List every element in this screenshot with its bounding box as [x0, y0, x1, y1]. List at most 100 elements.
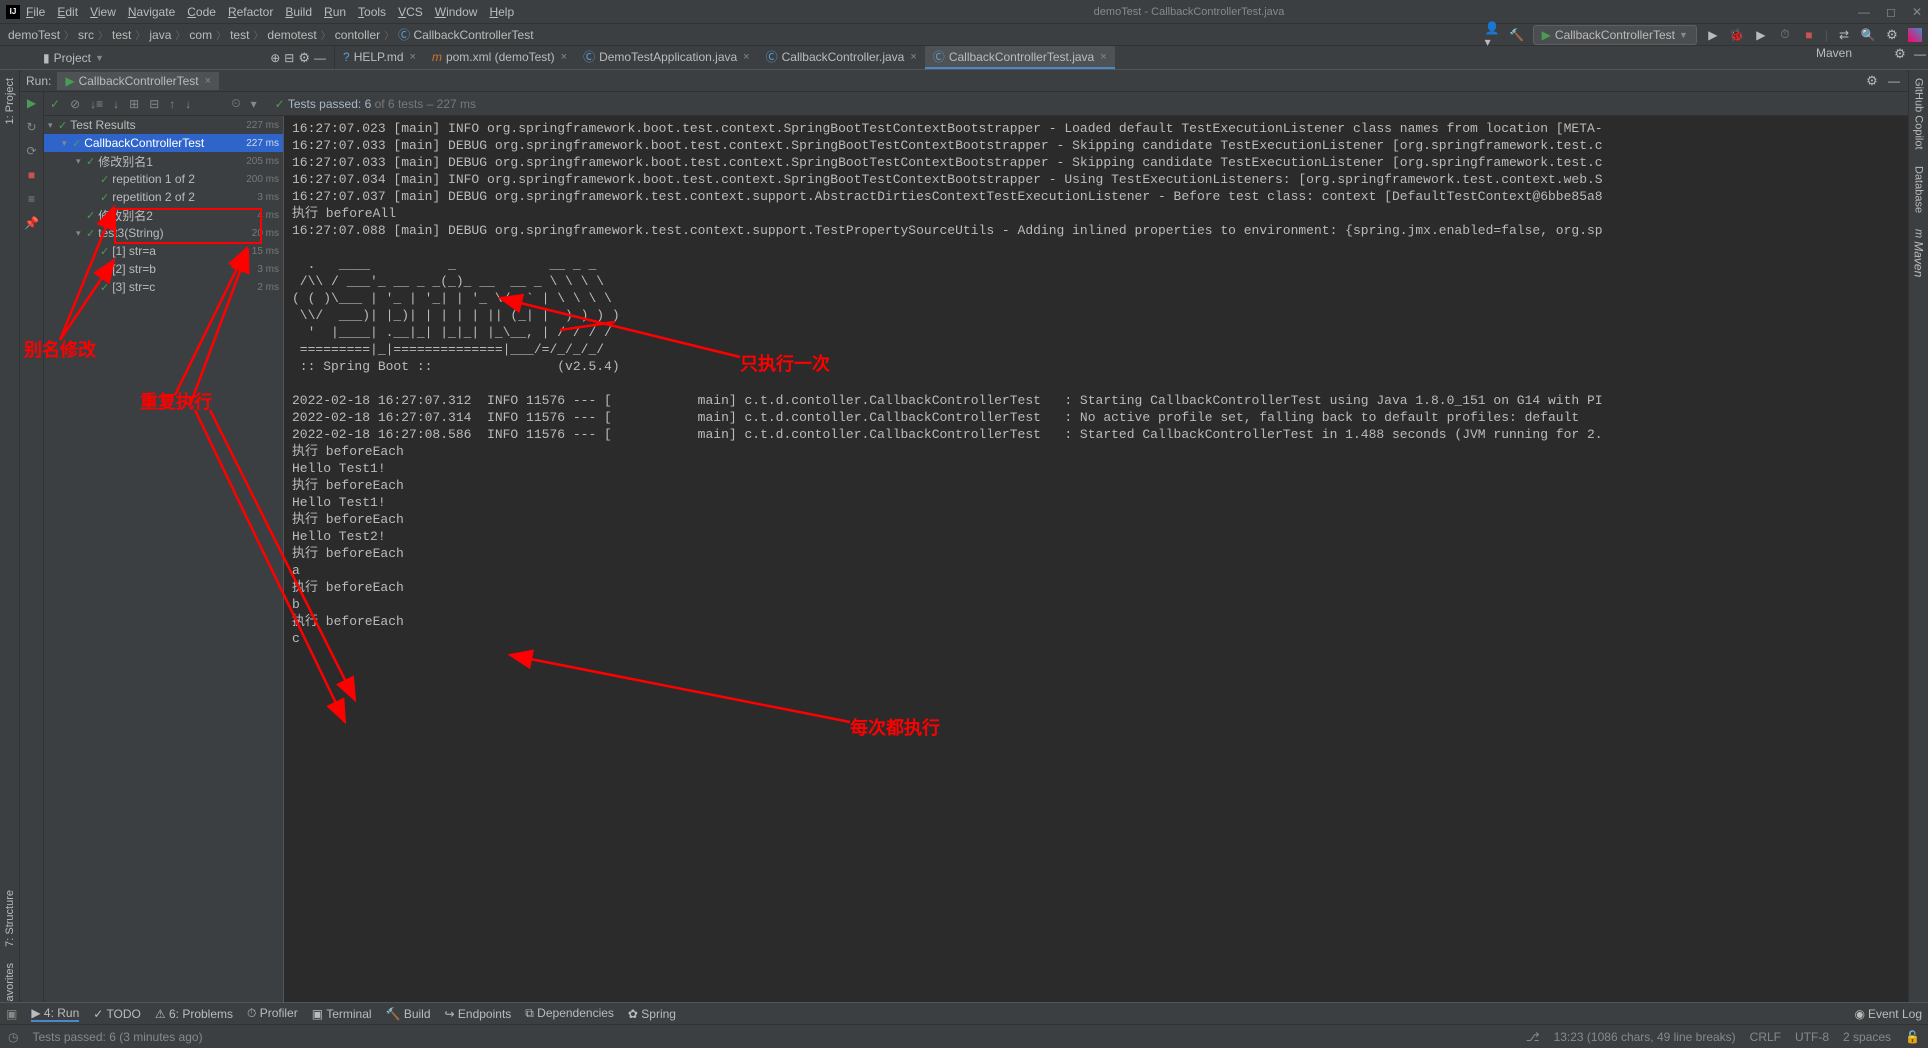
vcs-icon[interactable]: ⇄ [1836, 27, 1852, 43]
bottom-tool-endpoints[interactable]: ↪ Endpoints [445, 1006, 512, 1022]
menu-code[interactable]: Code [181, 5, 222, 19]
editor-tab[interactable]: Ⓒ CallbackControllerTest.java × [925, 46, 1115, 69]
project-tool-button[interactable]: ▮ Project ▼ ⊕ ⊟ — [35, 46, 335, 69]
tab-settings-icon[interactable] [1892, 46, 1908, 62]
crumb-item[interactable]: Ⓒ CallbackControllerTest [396, 26, 535, 43]
bottom-tool-dependencies[interactable]: ⧉ Dependencies [525, 1006, 614, 1022]
run-config-selector[interactable]: ▶ CallbackControllerTest ▼ [1533, 25, 1697, 45]
crumb-item[interactable]: demotest [265, 28, 318, 42]
stop-icon[interactable]: ■ [28, 168, 35, 182]
close-tab-icon[interactable]: × [1100, 51, 1106, 63]
coverage-icon[interactable]: ▶ [1753, 27, 1769, 43]
menu-tools[interactable]: Tools [352, 5, 392, 19]
next-icon[interactable]: ↓ [185, 97, 191, 111]
crumb-item[interactable]: src [76, 28, 96, 42]
sidebar-structure-tab[interactable]: 7: Structure [4, 886, 16, 951]
debug-icon[interactable]: 🐞 [1729, 27, 1745, 43]
editor-tab[interactable]: Ⓒ DemoTestApplication.java × [575, 46, 758, 69]
test-results-tree[interactable]: ▾✓Test Results227 ms▾✓CallbackController… [44, 116, 284, 1024]
hide-run-icon[interactable]: — [1886, 73, 1902, 89]
rerun-failed-icon[interactable]: ↻ [26, 120, 36, 134]
run-tab[interactable]: ▶ CallbackControllerTest × [57, 72, 219, 90]
caret-position[interactable]: 13:23 (1086 chars, 49 line breaks) [1554, 1030, 1736, 1044]
menu-navigate[interactable]: Navigate [122, 5, 181, 19]
run-settings-icon[interactable] [1864, 73, 1880, 89]
line-separator[interactable]: CRLF [1750, 1030, 1781, 1044]
editor-tab[interactable]: m pom.xml (demoTest) × [424, 46, 575, 69]
event-log-button[interactable]: ◉ Event Log [1854, 1007, 1922, 1021]
settings-icon[interactable] [298, 50, 310, 66]
user-icon[interactable]: 👤▾ [1485, 27, 1501, 43]
sidebar-maven-tab[interactable]: m Maven [1912, 225, 1926, 281]
console-output[interactable]: 16:27:07.023 [main] INFO org.springframe… [284, 116, 1908, 1024]
menu-refactor[interactable]: Refactor [222, 5, 279, 19]
test-tree-row[interactable]: ✓修改别名24 ms [44, 206, 283, 224]
bottom-tool-spring[interactable]: ✿ Spring [628, 1006, 676, 1022]
pin-icon[interactable]: 📌 [24, 216, 39, 230]
test-tree-row[interactable]: ▾✓Test Results227 ms [44, 116, 283, 134]
bottom-tool-todo[interactable]: ✓ TODO [93, 1006, 141, 1022]
bottom-tool-run[interactable]: ▶ 4: Run [31, 1006, 79, 1022]
run-icon[interactable]: ▶ [1705, 27, 1721, 43]
close-tab-icon[interactable]: × [205, 75, 211, 87]
bottom-tool-profiler[interactable]: ⏱ Profiler [247, 1006, 298, 1022]
crumb-item[interactable]: com [187, 28, 214, 42]
copilot-icon[interactable] [1908, 28, 1922, 42]
test-tree-row[interactable]: ▾✓test3(String)20 ms [44, 224, 283, 242]
hide-icon[interactable]: — [314, 51, 326, 65]
hammer-icon[interactable]: 🔨 [1509, 27, 1525, 43]
test-tree-row[interactable]: ✓[1] str=a15 ms [44, 242, 283, 260]
maven-tool-button[interactable]: Maven [1806, 46, 1862, 69]
test-tree-row[interactable]: ✓[3] str=c2 ms [44, 278, 283, 296]
rerun-icon[interactable]: ▶ [27, 96, 36, 110]
menu-vcs[interactable]: VCS [392, 5, 429, 19]
crumb-item[interactable]: java [147, 28, 173, 42]
menu-view[interactable]: View [84, 5, 122, 19]
sort-icon[interactable]: ↓≡ [90, 97, 103, 111]
close-tab-icon[interactable]: × [910, 51, 916, 63]
bottom-tool-build[interactable]: 🔨 Build [386, 1006, 431, 1022]
menu-help[interactable]: Help [483, 5, 520, 19]
crumb-item[interactable]: contoller [333, 28, 382, 42]
profile-icon[interactable]: ⏱ [1777, 27, 1793, 43]
menu-window[interactable]: Window [429, 5, 484, 19]
menu-build[interactable]: Build [279, 5, 318, 19]
menu-run[interactable]: Run [318, 5, 352, 19]
crumb-item[interactable]: test [228, 28, 251, 42]
menu-edit[interactable]: Edit [51, 5, 84, 19]
search-icon[interactable]: 🔍 [1860, 27, 1876, 43]
show-ignored-icon[interactable]: ⊘ [70, 97, 80, 111]
editor-tab[interactable]: Ⓒ CallbackController.java × [758, 46, 925, 69]
test-tree-row[interactable]: ▾✓CallbackControllerTest227 ms [44, 134, 283, 152]
sort-alpha-icon[interactable]: ↓ [113, 97, 119, 111]
crumb-item[interactable]: demoTest [6, 28, 62, 42]
test-tree-row[interactable]: ✓repetition 1 of 2200 ms [44, 170, 283, 188]
close-icon[interactable]: ✕ [1912, 5, 1922, 19]
expand-all-icon[interactable]: ⊞ [129, 97, 139, 111]
minimize-icon[interactable]: — [1858, 5, 1870, 19]
show-tools-icon[interactable]: ▣ [6, 1007, 17, 1021]
layout-icon[interactable]: ≡ [28, 192, 35, 206]
test-tree-row[interactable]: ✓repetition 2 of 23 ms [44, 188, 283, 206]
collapse-icon[interactable]: ⊟ [284, 51, 294, 65]
crumb-item[interactable]: test [110, 28, 133, 42]
indent-info[interactable]: 2 spaces [1843, 1030, 1891, 1044]
history-icon[interactable]: ▾ [251, 97, 257, 111]
close-tab-icon[interactable]: × [743, 51, 749, 63]
settings-icon[interactable] [1884, 27, 1900, 43]
editor-tab[interactable]: ? HELP.md × [335, 46, 424, 69]
sidebar-project-tab[interactable]: 1: Project [4, 74, 16, 128]
expand-icon[interactable]: ⊕ [270, 51, 280, 65]
bottom-tool-problems[interactable]: ⚠ 6: Problems [155, 1006, 233, 1022]
close-tab-icon[interactable]: × [561, 51, 567, 63]
file-encoding[interactable]: UTF-8 [1795, 1030, 1829, 1044]
sidebar-database-tab[interactable]: Database [1913, 162, 1925, 217]
menu-file[interactable]: File [20, 5, 51, 19]
sidebar-copilot-tab[interactable]: GitHub Copilot [1913, 74, 1925, 154]
close-tab-icon[interactable]: × [410, 51, 416, 63]
stop-icon[interactable]: ■ [1801, 27, 1817, 43]
git-branch-icon[interactable]: ⎇ [1526, 1030, 1540, 1044]
export-icon[interactable]: ⏲ [231, 96, 240, 111]
hide-tool-icon[interactable]: — [1912, 46, 1928, 62]
toggle-auto-icon[interactable]: ⟳ [26, 144, 36, 158]
